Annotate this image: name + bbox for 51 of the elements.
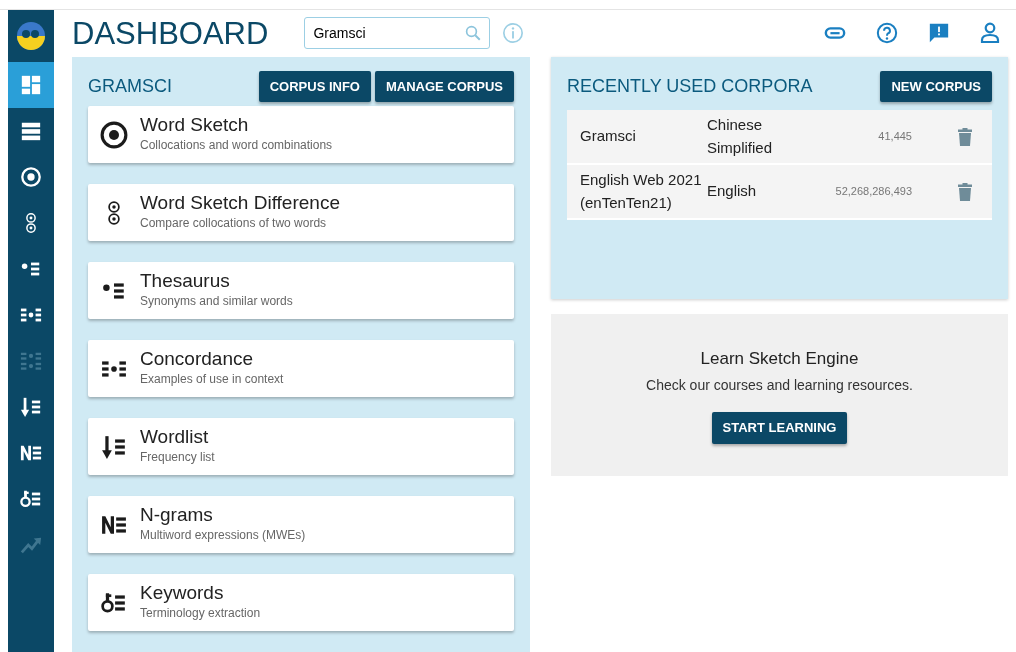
delete-icon[interactable] <box>958 182 972 201</box>
tool-description: Synonyms and similar words <box>140 292 293 310</box>
tool-card[interactable]: Word Sketch Collocations and word combinations <box>88 106 514 163</box>
target-icon <box>20 166 42 188</box>
tool-description: Compare collocations of two words <box>140 214 328 232</box>
new-corpus-button[interactable]: NEW CORPUS <box>880 70 992 102</box>
panel-button[interactable]: CORPUS INFO <box>258 70 371 102</box>
down-arrow-list-icon <box>101 433 127 460</box>
corpus-name[interactable]: English Web 2021 (enTenTen21) <box>567 169 707 214</box>
target-icon <box>99 119 129 150</box>
tool-description: Examples of use in context <box>140 370 284 388</box>
learn-title: Learn Sketch Engine <box>700 347 859 370</box>
tool-title: Concordance <box>140 349 255 370</box>
corpus-language: English <box>707 181 758 202</box>
corpus-size: 52,268,286,493 <box>834 184 913 200</box>
tool-card[interactable]: Thesaurus Synonyms and similar words <box>88 262 514 319</box>
tool-description: Multiword expressions (MWEs) <box>140 526 306 544</box>
link-icon[interactable] <box>824 26 846 41</box>
tool-title: Word Sketch Difference <box>140 193 340 214</box>
tool-card[interactable]: N-grams Multiword expressions (MWEs) <box>88 496 514 553</box>
tool-description: Frequency list <box>140 448 215 466</box>
user-icon[interactable] <box>980 22 1000 45</box>
panel-button[interactable]: MANAGE CORPUS <box>375 70 514 102</box>
tool-description: Collocations and word combinations <box>140 136 333 154</box>
page-title: DASHBOARD <box>72 14 269 52</box>
help-icon[interactable] <box>876 22 898 45</box>
tool-card[interactable]: Keywords Terminology extraction <box>88 574 514 631</box>
start-learning-button[interactable]: START LEARNING <box>711 412 848 444</box>
learn-text: Check our courses and learning resources. <box>646 376 913 395</box>
panel-title: GRAMSCI <box>88 74 172 98</box>
key-list-icon <box>20 488 42 510</box>
corpus-size: 41,445 <box>877 129 913 145</box>
delete-icon[interactable] <box>958 127 972 146</box>
list-icon <box>20 120 42 142</box>
tool-title: Word Sketch <box>140 115 250 136</box>
logo-icon[interactable] <box>16 21 46 51</box>
panel-title: RECENTLY USED CORPORA <box>567 74 813 98</box>
corpus-name[interactable]: Gramsci <box>567 125 707 148</box>
tool-card[interactable]: Wordlist Frequency list <box>88 418 514 475</box>
tool-title: Wordlist <box>140 427 210 448</box>
search-field[interactable]: Gramsci <box>304 17 491 50</box>
parallel-concordance-icon <box>20 350 42 372</box>
tool-title: Thesaurus <box>140 271 231 292</box>
tool-card[interactable]: Word Sketch Difference Compare collocations of two words <box>88 184 514 241</box>
dashboard-icon <box>20 74 42 96</box>
tool-description: Terminology extraction <box>140 604 261 622</box>
down-arrow-list-icon <box>20 396 42 418</box>
corpus-language: Chinese Simplified <box>707 115 774 158</box>
tool-card[interactable]: Concordance Examples of use in context <box>88 340 514 397</box>
tool-title: N-grams <box>140 505 214 526</box>
tool-title: Keywords <box>140 583 225 604</box>
